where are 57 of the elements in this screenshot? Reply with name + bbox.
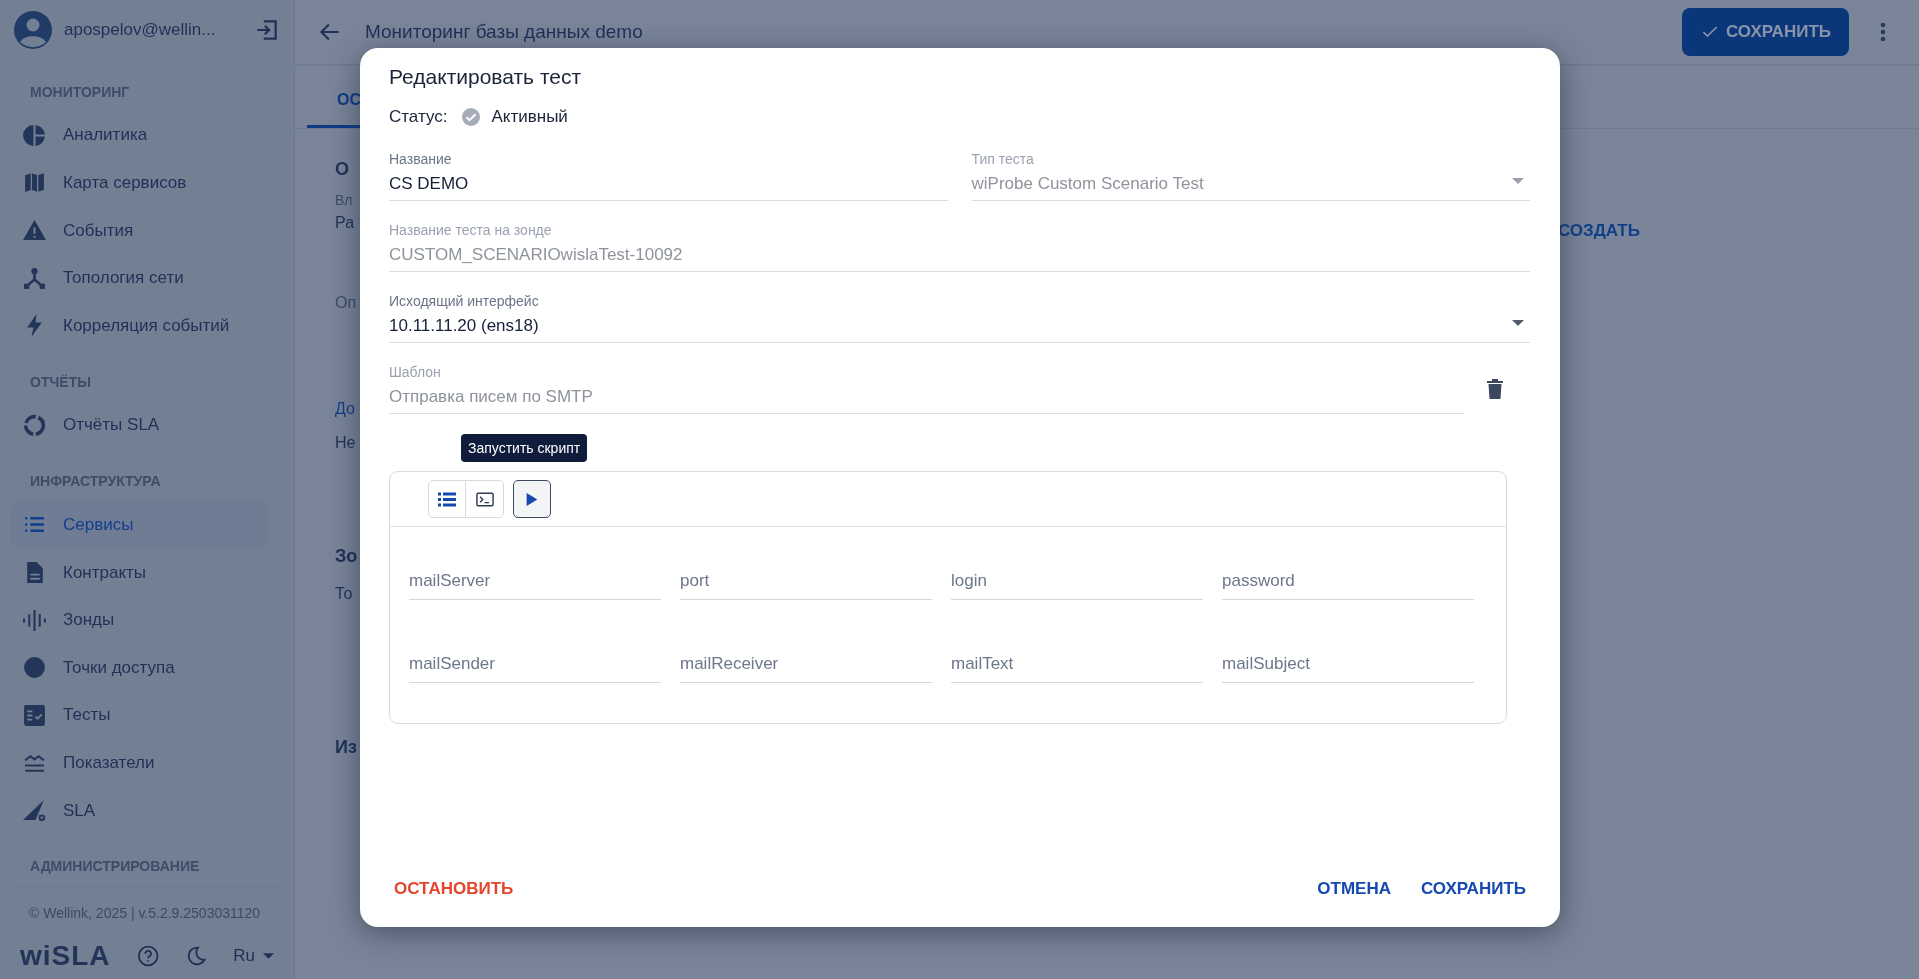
list-icon — [438, 491, 456, 507]
create-link[interactable]: СОЗДАТЬ — [1558, 221, 1640, 241]
sidebar-item[interactable]: Топология сети — [10, 254, 269, 302]
signal-gear-icon — [22, 798, 47, 824]
page-text: О — [335, 159, 349, 180]
page-text: Не — [335, 434, 356, 452]
sidebar-item[interactable]: Карта сервисов — [10, 159, 269, 207]
more-icon[interactable] — [1879, 20, 1887, 44]
user-email: apospelov@wellin... — [64, 19, 217, 40]
save-button[interactable]: СОХРАНИТЬ — [1411, 871, 1536, 907]
page-text: Зо — [335, 546, 358, 567]
sidebar-item[interactable]: Показатели — [10, 739, 269, 787]
sidebar-item[interactable]: Корреляция событий — [10, 301, 269, 350]
network-icon — [22, 265, 47, 291]
avatar-icon — [14, 10, 52, 49]
page-text: Вл — [335, 192, 353, 208]
sidebar-item[interactable]: SLA — [10, 786, 269, 835]
dropdown-arrow-icon — [1512, 178, 1524, 184]
list-view-button[interactable] — [428, 480, 466, 518]
dropdown-arrow-icon — [1512, 320, 1524, 326]
terminal-button[interactable] — [466, 480, 504, 518]
warning-icon — [22, 218, 47, 243]
sidebar-item[interactable]: Зонды — [10, 596, 269, 644]
sidebar-item[interactable]: Сервисы — [10, 501, 269, 549]
tooltip: Запустить скрипт — [461, 434, 588, 462]
page-text: Из — [335, 737, 357, 758]
cancel-button[interactable]: ОТМЕНА — [1307, 871, 1401, 907]
page-text: До — [335, 400, 355, 418]
dialog-title: Редактировать тест — [389, 65, 583, 89]
sidebar-item[interactable]: Контракты — [10, 548, 269, 597]
caret-icon — [263, 953, 274, 960]
sidebar-item[interactable]: Отчёты SLA — [10, 401, 269, 450]
sidebar-item[interactable]: Аналитика — [10, 111, 269, 160]
page-text: Оп — [335, 294, 357, 312]
sidebar-item[interactable]: События — [10, 206, 269, 255]
pie-chart-icon — [22, 122, 47, 148]
text-field[interactable]: Название CS DEMO — [389, 151, 948, 201]
ring-chart-icon — [22, 412, 47, 438]
page-text: Ра — [335, 214, 355, 232]
status-value: Активный — [491, 107, 568, 127]
circle-icon — [22, 655, 47, 681]
checklist-icon — [22, 702, 47, 728]
stop-button[interactable]: ОСТАНОВИТЬ — [384, 871, 524, 907]
sidebar-item[interactable]: Точки доступа — [10, 644, 269, 692]
page-title: Мониторинг базы данных demo — [365, 21, 644, 43]
check-circle-icon — [461, 107, 482, 127]
trash-icon[interactable] — [1486, 378, 1504, 400]
status-label: Статус: — [389, 107, 448, 127]
save-button[interactable]: СОХРАНИТЬ — [1682, 8, 1849, 56]
sound-wave-icon — [22, 607, 47, 633]
sidebar-item[interactable]: Тесты — [10, 691, 269, 740]
select-field[interactable]: Исходящий интерфейс 10.11.11.20 (ens18) — [389, 293, 1530, 343]
terminal-icon — [475, 491, 494, 507]
logo: wiSLA — [20, 940, 111, 973]
language-dropdown[interactable]: Ru — [233, 946, 274, 967]
page-text: То — [335, 585, 353, 603]
run-button[interactable] — [513, 480, 551, 518]
